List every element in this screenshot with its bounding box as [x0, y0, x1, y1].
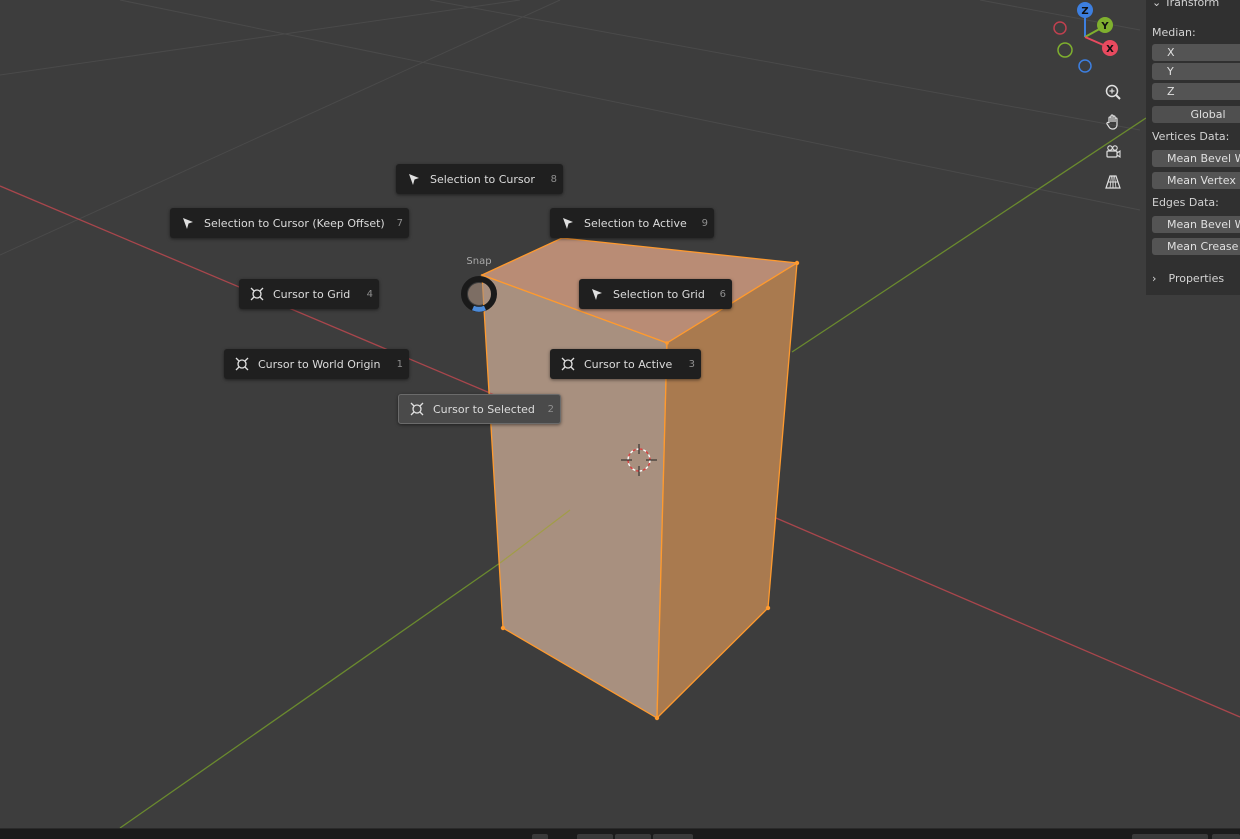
3d-cursor-icon: [560, 356, 576, 372]
median-z-field[interactable]: Z: [1152, 83, 1240, 100]
perspective-toggle-button[interactable]: [1100, 169, 1126, 195]
y-axis-label: Y: [1100, 21, 1109, 32]
3d-viewport[interactable]: Z Y X Snap Selection to Cursor 8 Selecti…: [0, 0, 1240, 838]
pie-item-shortcut: 1: [396, 358, 403, 370]
pie-item-label: Selection to Cursor: [430, 172, 535, 186]
pie-menu-title: Snap: [466, 256, 492, 267]
vertices-data-label: Vertices Data:: [1152, 130, 1230, 143]
properties-section-header[interactable]: › Properties: [1152, 272, 1224, 285]
chevron-right-icon: ›: [1152, 272, 1157, 285]
status-bar: [0, 828, 1240, 839]
navigation-gizmo[interactable]: Z Y X: [1045, 0, 1130, 80]
pan-hand-icon: [1106, 114, 1118, 130]
sidebar-panel: ⌄ Transform Median: X Y Z Global Vertice…: [1146, 0, 1240, 295]
pie-item-label: Cursor to Selected: [433, 402, 535, 416]
median-y-field[interactable]: Y: [1152, 63, 1240, 80]
chevron-down-icon: ⌄: [1152, 0, 1162, 9]
selected-mesh-box[interactable]: [480, 237, 800, 721]
pie-item-label: Cursor to World Origin: [258, 357, 381, 371]
properties-section-title: Properties: [1168, 272, 1225, 285]
status-bar-tab[interactable]: [1132, 834, 1208, 839]
status-bar-tab[interactable]: [653, 834, 693, 839]
pie-item-selection-to-grid[interactable]: Selection to Grid 6: [579, 279, 732, 309]
pie-item-shortcut: 4: [366, 288, 373, 300]
edges-data-label: Edges Data:: [1152, 196, 1219, 209]
status-bar-tab[interactable]: [532, 834, 548, 839]
pie-item-selection-to-active[interactable]: Selection to Active 9: [550, 208, 714, 238]
zoom-button[interactable]: [1100, 79, 1126, 105]
pie-item-label: Selection to Cursor (Keep Offset): [204, 216, 385, 230]
median-label: Median:: [1152, 26, 1196, 39]
camera-icon: [1106, 145, 1121, 159]
pie-item-label: Selection to Active: [584, 216, 687, 230]
pan-button[interactable]: [1100, 109, 1126, 135]
z-axis-label: Z: [1081, 6, 1088, 17]
mean-crease-field[interactable]: Mean Crease: [1152, 238, 1240, 255]
pie-item-cursor-to-active[interactable]: Cursor to Active 3: [550, 349, 701, 379]
pie-item-shortcut: 9: [701, 217, 708, 229]
zoom-icon: [1105, 84, 1121, 100]
mean-bevel-weight-edge-field[interactable]: Mean Bevel W: [1152, 216, 1240, 233]
x-axis-line-front: [726, 496, 1240, 718]
pie-item-shortcut: 6: [719, 288, 726, 300]
cursor-arrow-icon: [406, 171, 422, 187]
status-bar-tab[interactable]: [577, 834, 613, 839]
pie-item-label: Cursor to Grid: [273, 287, 351, 301]
median-x-field[interactable]: X: [1152, 44, 1240, 61]
pie-item-shortcut: 3: [688, 358, 695, 370]
pie-item-cursor-to-selected[interactable]: Cursor to Selected 2: [398, 394, 561, 424]
camera-view-button[interactable]: [1100, 139, 1126, 165]
y-axis-line: [119, 562, 501, 829]
pie-item-selection-to-cursor[interactable]: Selection to Cursor 8: [396, 164, 563, 194]
status-bar-tab[interactable]: [615, 834, 651, 839]
pie-item-cursor-to-world-origin[interactable]: Cursor to World Origin 1: [224, 349, 409, 379]
cursor-arrow-icon: [560, 215, 576, 231]
pie-item-selection-to-cursor-keep-offset[interactable]: Selection to Cursor (Keep Offset) 7: [170, 208, 409, 238]
mean-bevel-weight-vertex-field[interactable]: Mean Bevel W: [1152, 150, 1240, 167]
pie-item-label: Cursor to Active: [584, 357, 673, 371]
viewport-scene: [0, 0, 1240, 829]
mean-vertex-crease-field[interactable]: Mean Vertex C: [1152, 172, 1240, 189]
pie-item-cursor-to-grid[interactable]: Cursor to Grid 4: [239, 279, 379, 309]
pie-item-label: Selection to Grid: [613, 287, 705, 301]
x-axis-label: X: [1106, 44, 1114, 55]
neg-z-axis-handle[interactable]: [1078, 59, 1092, 73]
transform-section-title: Transform: [1164, 0, 1220, 9]
orientation-global-button[interactable]: Global: [1152, 106, 1240, 123]
perspective-grid-icon: [1105, 175, 1121, 189]
pie-item-shortcut: 8: [550, 173, 557, 185]
pie-item-shortcut: 7: [396, 217, 403, 229]
3d-cursor-icon: [249, 286, 265, 302]
transform-section-header[interactable]: ⌄ Transform: [1152, 0, 1219, 9]
neg-x-axis-handle[interactable]: [1053, 21, 1067, 35]
3d-cursor-icon: [409, 401, 425, 417]
neg-y-axis-handle[interactable]: [1057, 42, 1073, 58]
3d-cursor-icon: [234, 356, 250, 372]
y-axis-line-back: [791, 117, 1147, 353]
cursor-arrow-icon: [180, 215, 196, 231]
pie-item-shortcut: 2: [547, 403, 554, 415]
cursor-arrow-icon: [589, 286, 605, 302]
pie-menu-center-ring: [461, 276, 497, 312]
status-bar-tab[interactable]: [1212, 834, 1240, 839]
